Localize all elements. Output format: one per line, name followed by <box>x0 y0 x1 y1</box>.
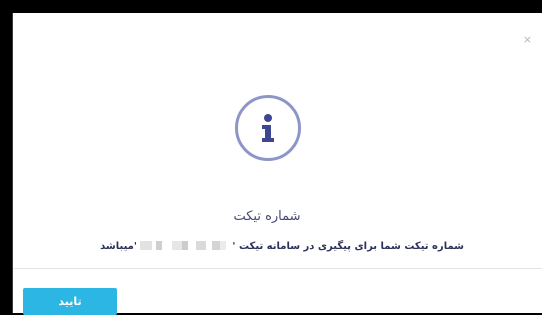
confirm-button[interactable]: تایید <box>23 288 117 315</box>
redacted-ticket-number <box>139 241 226 250</box>
dialog-message: شماره تیکت شما برای پیگیری در سامانه تیک… <box>100 241 464 252</box>
close-button[interactable]: × <box>523 34 532 45</box>
info-icon <box>235 95 301 161</box>
dialog-footer: تایید <box>13 268 542 315</box>
ticket-dialog: × شماره تیکت شماره تیکت شما برای پیگیری … <box>12 13 542 315</box>
message-text: شماره تیکت شما برای پیگیری در سامانه تیک… <box>228 241 464 252</box>
message-suffix: 'میباشد <box>100 241 137 252</box>
dialog-title: شماره تیکت <box>233 209 301 224</box>
